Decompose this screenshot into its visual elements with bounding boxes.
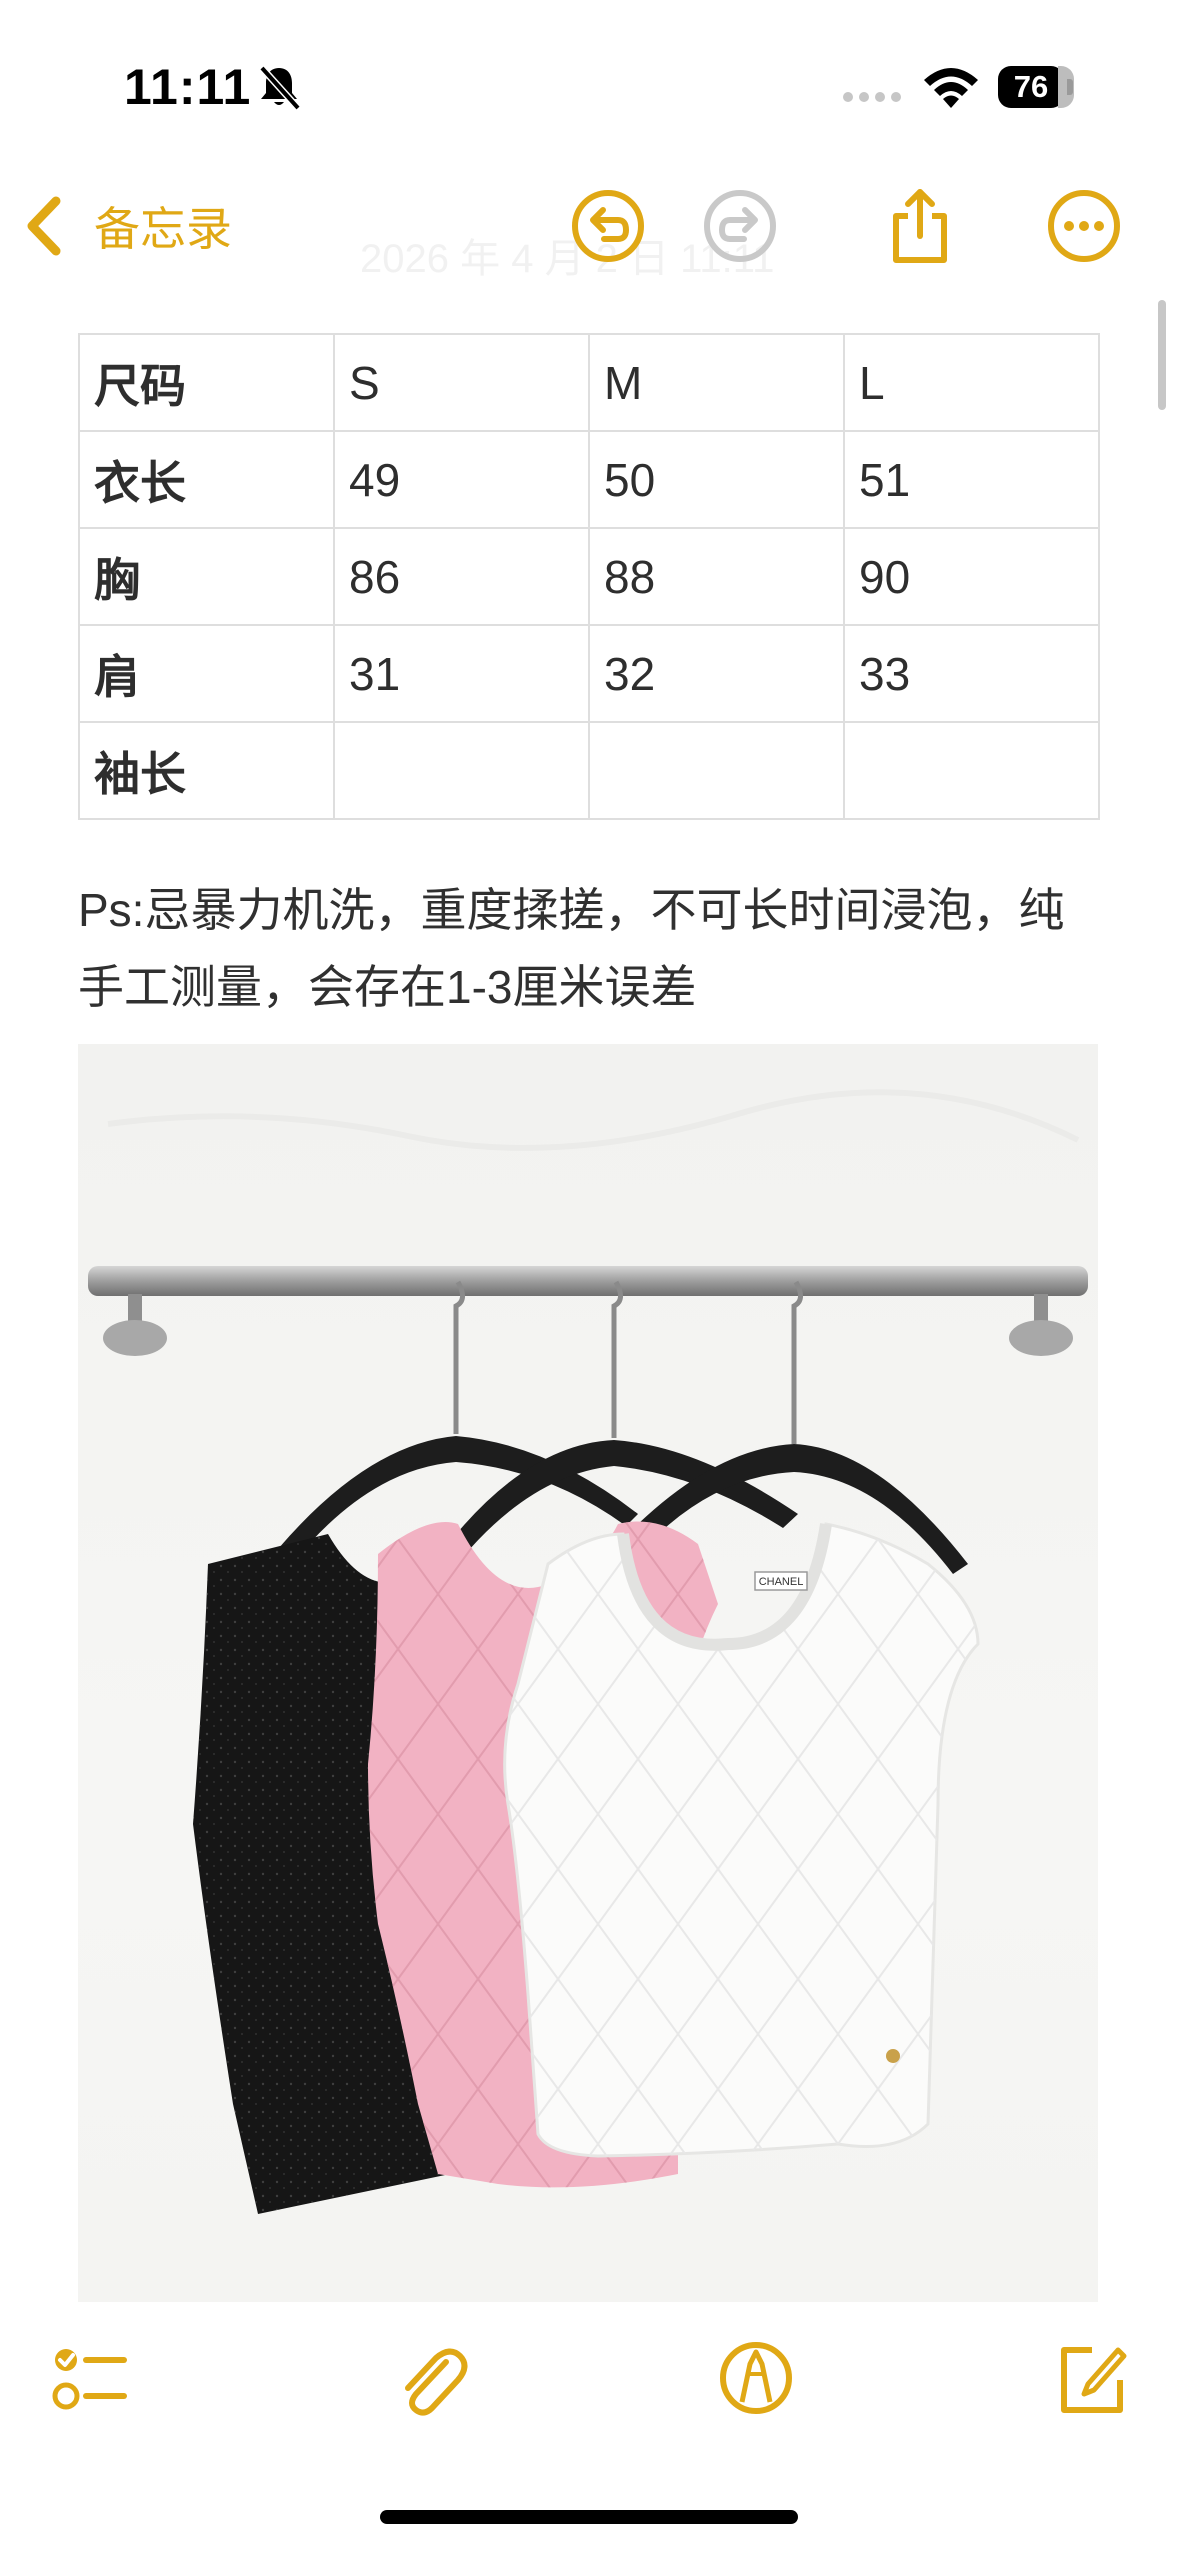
checklist-icon[interactable] — [50, 2338, 130, 2418]
battery-cap — [1067, 79, 1073, 95]
table-cell[interactable]: 31 — [333, 624, 590, 723]
table-cell[interactable]: 90 — [843, 527, 1100, 626]
table-row-header[interactable]: 尺码 — [78, 333, 335, 432]
table-row-header[interactable]: 胸 — [78, 527, 335, 626]
ellipsis-icon[interactable] — [1044, 186, 1124, 266]
back-button-label: 备忘录 — [94, 203, 232, 255]
chevron-left-icon — [27, 196, 61, 256]
table-cell[interactable]: L — [843, 333, 1100, 432]
status-bar: 11:11 76 — [0, 0, 1179, 180]
scroll-indicator — [1158, 300, 1166, 410]
table-row: 衣长 49 50 51 — [78, 430, 1100, 529]
table-cell[interactable]: 32 — [588, 624, 845, 723]
wifi-icon — [924, 68, 978, 108]
table-row: 袖长 — [78, 721, 1100, 820]
table-cell[interactable]: 88 — [588, 527, 845, 626]
table-row: 肩 31 32 33 — [78, 624, 1100, 723]
paperclip-icon[interactable] — [390, 2338, 470, 2418]
product-photo[interactable]: CHANEL — [78, 1044, 1098, 2302]
table-cell[interactable]: S — [333, 333, 590, 432]
undo-icon[interactable] — [568, 186, 648, 266]
table-row: 胸 86 88 90 — [78, 527, 1100, 626]
table-cell[interactable]: 50 — [588, 430, 845, 529]
note-text: Ps:忌暴力机洗，重度揉搓，不可长时间浸泡，纯手工测量，会存在1-3厘米误差 — [78, 884, 1065, 1013]
table-row-header[interactable]: 袖长 — [78, 721, 335, 820]
cellular-signal-icon — [843, 92, 901, 102]
compose-icon[interactable] — [1052, 2338, 1132, 2418]
gold-logo-plaque — [886, 2049, 900, 2063]
redo-icon[interactable] — [700, 186, 780, 266]
share-icon[interactable] — [880, 186, 960, 266]
table-row: 尺码 S M L — [78, 333, 1100, 432]
table-row-header[interactable]: 肩 — [78, 624, 335, 723]
back-button[interactable]: 备忘录 — [22, 188, 232, 264]
table-cell[interactable]: M — [588, 333, 845, 432]
battery-percent: 76 — [1013, 69, 1049, 104]
table-cell[interactable]: 33 — [843, 624, 1100, 723]
battery-indicator: 76 — [998, 66, 1074, 108]
table-cell[interactable] — [843, 721, 1100, 820]
status-time: 11:11 — [124, 59, 252, 115]
silent-bell-icon — [259, 65, 301, 111]
markup-pen-icon[interactable] — [716, 2338, 796, 2418]
size-table: 尺码 S M L 衣长 49 50 51 胸 86 88 90 肩 31 32 33 袖长 — [78, 333, 1100, 820]
table-row-header[interactable]: 衣长 — [78, 430, 335, 529]
brand-label-text: CHANEL — [759, 1576, 804, 1588]
table-cell[interactable]: 51 — [843, 430, 1100, 529]
table-cell[interactable]: 86 — [333, 527, 590, 626]
table-cell[interactable] — [333, 721, 590, 820]
table-cell[interactable] — [588, 721, 845, 820]
table-cell[interactable]: 49 — [333, 430, 590, 529]
clothing-rail — [88, 1266, 1088, 1296]
home-indicator[interactable] — [380, 2510, 798, 2524]
